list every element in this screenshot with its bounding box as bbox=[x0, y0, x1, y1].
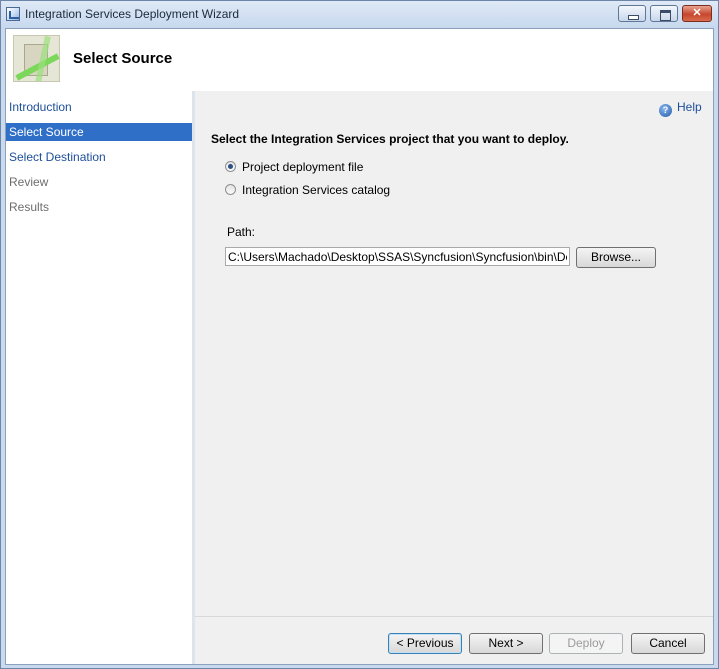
minimize-button[interactable] bbox=[618, 5, 646, 22]
help-label: Help bbox=[677, 100, 702, 114]
main-content: ? Help Select the Integration Services pr… bbox=[195, 91, 713, 616]
nav-item-select-destination[interactable]: Select Destination bbox=[6, 148, 192, 166]
wizard-banner-icon bbox=[13, 35, 60, 82]
project-deployment-file-label: Project deployment file bbox=[242, 160, 364, 174]
close-icon: ✕ bbox=[692, 7, 702, 19]
path-label: Path: bbox=[227, 225, 256, 239]
cancel-button[interactable]: Cancel bbox=[631, 633, 705, 654]
close-button[interactable]: ✕ bbox=[682, 5, 712, 22]
footer-divider bbox=[195, 616, 713, 617]
browse-button[interactable]: Browse... bbox=[576, 247, 656, 268]
help-icon: ? bbox=[659, 104, 672, 117]
wizard-steps-nav: Introduction Select Source Select Destin… bbox=[6, 91, 195, 664]
title-bar[interactable]: Integration Services Deployment Wizard ✕ bbox=[1, 1, 718, 28]
nav-item-results: Results bbox=[9, 200, 50, 214]
project-deployment-file-radio[interactable] bbox=[225, 161, 236, 172]
option-integration-services-catalog[interactable]: Integration Services catalog bbox=[225, 183, 390, 197]
maximize-button[interactable] bbox=[650, 5, 678, 22]
maximize-icon bbox=[660, 10, 671, 21]
nav-item-introduction[interactable]: Introduction bbox=[6, 98, 192, 116]
nav-item-review: Review bbox=[9, 175, 49, 189]
wizard-window: Integration Services Deployment Wizard ✕… bbox=[0, 0, 719, 669]
help-link[interactable]: ? Help bbox=[659, 100, 702, 117]
window-title: Integration Services Deployment Wizard bbox=[25, 7, 240, 21]
deploy-button: Deploy bbox=[549, 633, 623, 654]
wizard-client-area: Select Source Introduction Select Source… bbox=[5, 28, 714, 665]
path-input[interactable] bbox=[225, 247, 570, 266]
next-button[interactable]: Next > bbox=[469, 633, 543, 654]
page-title: Select Source bbox=[73, 50, 173, 67]
nav-item-select-source[interactable]: Select Source bbox=[6, 123, 192, 141]
previous-button[interactable]: < Previous bbox=[388, 633, 462, 654]
minimize-icon bbox=[628, 15, 639, 20]
source-prompt: Select the Integration Services project … bbox=[211, 132, 569, 146]
wizard-header: Select Source bbox=[6, 29, 713, 91]
option-project-deployment-file[interactable]: Project deployment file bbox=[225, 160, 363, 174]
integration-services-catalog-radio[interactable] bbox=[225, 184, 236, 195]
app-icon bbox=[6, 7, 20, 21]
integration-services-catalog-label: Integration Services catalog bbox=[242, 183, 391, 197]
wizard-footer: < Previous Next > Deploy Cancel bbox=[195, 616, 713, 664]
